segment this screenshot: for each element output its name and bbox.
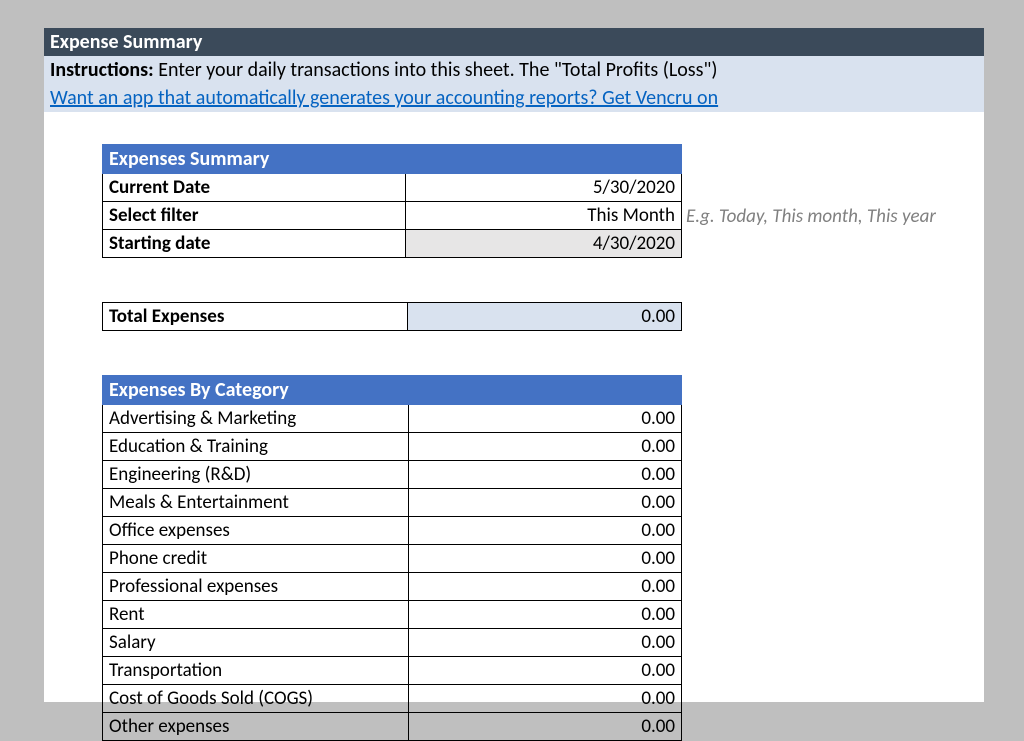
category-label: Transportation — [103, 657, 409, 685]
category-value: 0.00 — [409, 545, 682, 573]
category-row: Advertising & Marketing0.00 — [103, 405, 682, 433]
category-row: Rent0.00 — [103, 601, 682, 629]
category-label: Cost of Goods Sold (COGS) — [103, 685, 409, 713]
starting-date-label: Starting date — [103, 230, 406, 258]
instructions-row: Instructions: Enter your daily transacti… — [44, 56, 984, 84]
category-label: Advertising & Marketing — [103, 405, 409, 433]
category-label: Phone credit — [103, 545, 409, 573]
category-value: 0.00 — [409, 601, 682, 629]
current-date-label: Current Date — [103, 174, 406, 202]
category-row: Professional expenses0.00 — [103, 573, 682, 601]
expenses-by-category-header: Expenses By Category — [103, 376, 682, 405]
category-value: 0.00 — [409, 573, 682, 601]
category-label: Professional expenses — [103, 573, 409, 601]
category-label: Meals & Entertainment — [103, 489, 409, 517]
category-label: Education & Training — [103, 433, 409, 461]
category-value: 0.00 — [409, 629, 682, 657]
category-value: 0.00 — [409, 713, 682, 741]
category-value: 0.00 — [409, 461, 682, 489]
expenses-summary-header: Expenses Summary — [103, 145, 682, 174]
category-value: 0.00 — [409, 433, 682, 461]
total-expenses-table: Total Expenses 0.00 — [102, 302, 682, 331]
category-row: Engineering (R&D)0.00 — [103, 461, 682, 489]
category-row: Phone credit0.00 — [103, 545, 682, 573]
current-date-value[interactable]: 5/30/2020 — [405, 174, 681, 202]
select-filter-value[interactable]: This Month — [405, 202, 681, 230]
promo-link[interactable]: Want an app that automatically generates… — [50, 86, 718, 110]
starting-date-value[interactable]: 4/30/2020 — [405, 230, 681, 258]
instructions-label: Instructions: — [50, 58, 158, 82]
category-row: Office expenses0.00 — [103, 517, 682, 545]
sheet-title: Expense Summary — [44, 28, 984, 56]
category-value: 0.00 — [409, 517, 682, 545]
category-value: 0.00 — [409, 685, 682, 713]
category-row: Cost of Goods Sold (COGS)0.00 — [103, 685, 682, 713]
category-value: 0.00 — [409, 489, 682, 517]
expenses-by-category-table: Expenses By Category Advertising & Marke… — [102, 375, 682, 741]
filter-hint: E.g. Today, This month, This year — [686, 205, 936, 228]
worksheet: Expense Summary Instructions: Enter your… — [44, 28, 984, 702]
category-row: Meals & Entertainment0.00 — [103, 489, 682, 517]
category-label: Rent — [103, 601, 409, 629]
category-row: Education & Training0.00 — [103, 433, 682, 461]
total-expenses-label: Total Expenses — [103, 303, 408, 331]
expenses-summary-table: Expenses Summary Current Date 5/30/2020 … — [102, 144, 682, 258]
instructions-text: Enter your daily transactions into this … — [158, 58, 717, 82]
category-value: 0.00 — [409, 405, 682, 433]
category-label: Office expenses — [103, 517, 409, 545]
content-area: Expenses Summary Current Date 5/30/2020 … — [44, 112, 984, 702]
select-filter-label: Select filter — [103, 202, 406, 230]
category-label: Salary — [103, 629, 409, 657]
category-row: Other expenses0.00 — [103, 713, 682, 741]
total-expenses-value: 0.00 — [407, 303, 681, 331]
category-value: 0.00 — [409, 657, 682, 685]
promo-link-row: Want an app that automatically generates… — [44, 84, 984, 112]
category-row: Salary0.00 — [103, 629, 682, 657]
category-row: Transportation0.00 — [103, 657, 682, 685]
category-label: Other expenses — [103, 713, 409, 741]
category-label: Engineering (R&D) — [103, 461, 409, 489]
